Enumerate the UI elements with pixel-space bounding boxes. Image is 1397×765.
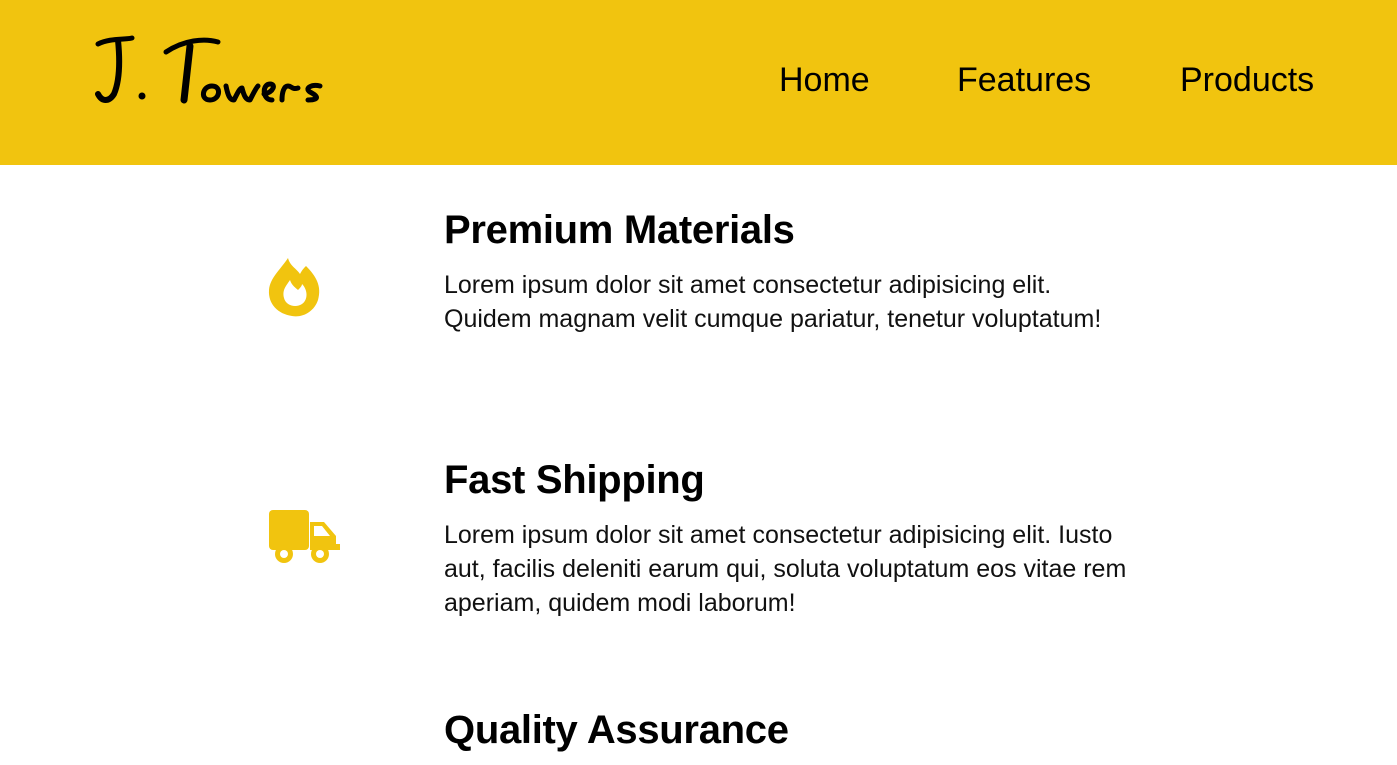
feature-description: Lorem ipsum dolor sit amet consectetur a… — [444, 271, 1102, 333]
site-header: Home Features Products — [0, 0, 1397, 165]
truck-icon — [269, 510, 340, 563]
feature-title: Premium Materials — [444, 208, 795, 252]
nav-products-link[interactable]: Products — [1180, 58, 1314, 102]
feature-description: Lorem ipsum dolor sit amet consectetur a… — [444, 521, 1127, 617]
fire-icon — [268, 258, 320, 317]
feature-title: Fast Shipping — [444, 458, 705, 502]
feature-title: Quality Assurance — [444, 708, 789, 752]
nav-features-link[interactable]: Features — [957, 58, 1091, 102]
nav-home-link[interactable]: Home — [779, 58, 870, 102]
logo[interactable] — [94, 30, 334, 110]
logo-image — [95, 35, 323, 104]
